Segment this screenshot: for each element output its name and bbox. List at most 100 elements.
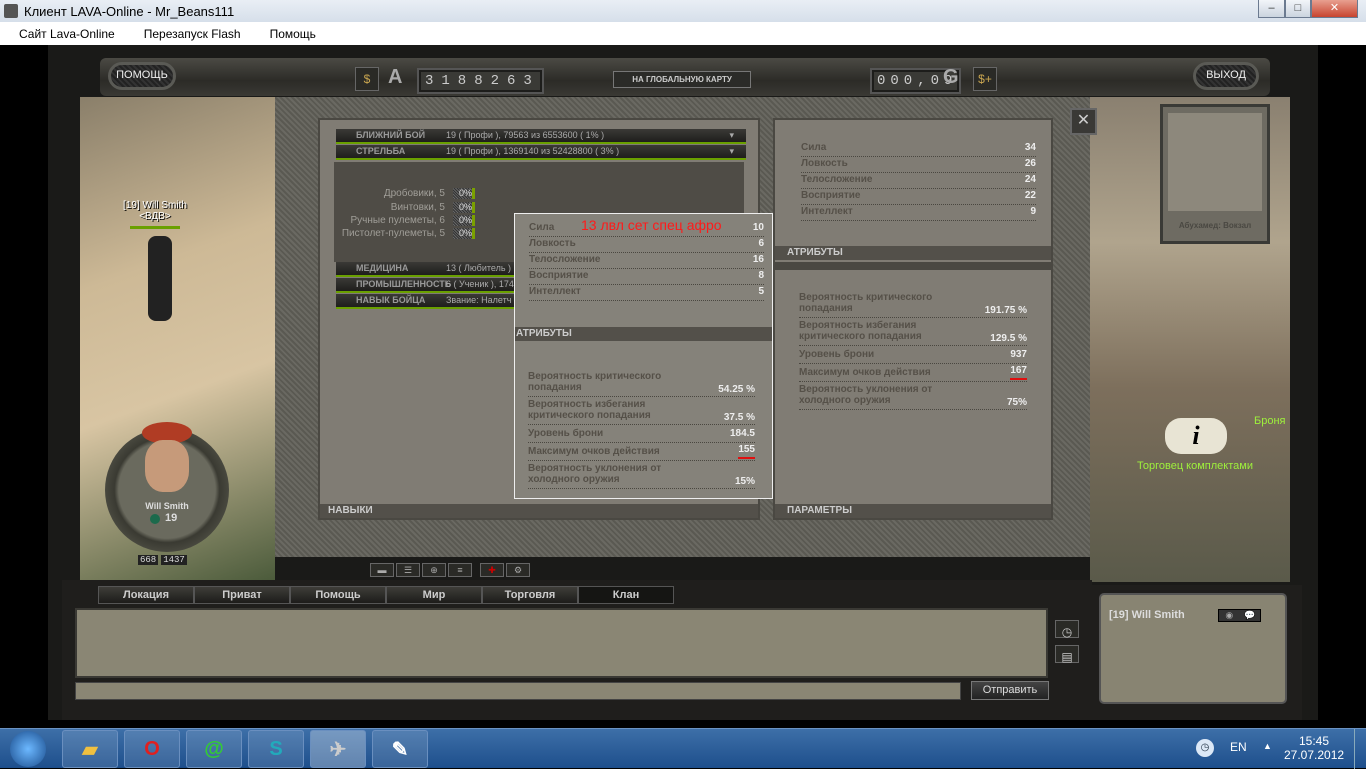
chat-tab-location[interactable]: Локация [98, 586, 194, 604]
paint-taskbar-icon[interactable]: ✎ [372, 730, 428, 768]
hp-readout: 668 1437 [138, 555, 187, 565]
attrs-header: АТРИБУТЫ [775, 246, 1051, 260]
minimap-view[interactable] [1168, 113, 1262, 211]
window-title: Клиент LAVA-Online - Mr_Beans111 [24, 3, 235, 19]
menu-help[interactable]: Помощь [260, 27, 326, 41]
player-actions: ◉ 💬 [1218, 609, 1261, 622]
eye-icon[interactable]: ◉ [1219, 610, 1240, 621]
stat-row: Телосложение 16 [529, 253, 764, 269]
char-sprite[interactable] [148, 236, 172, 321]
weapon-icon[interactable]: ≡ [448, 563, 472, 577]
menu-restart-flash[interactable]: Перезапуск Flash [134, 27, 251, 41]
stat-row: Вероятность уклонения от холодного оружи… [528, 463, 755, 489]
show-desktop-button[interactable] [1354, 729, 1366, 769]
add-gold-icon[interactable]: $+ [973, 67, 997, 91]
chevron-down-icon: ▾ [729, 146, 734, 156]
stat-row: Вероятность избегания критического попад… [799, 320, 1027, 346]
close-window-icon[interactable]: ✕ [1070, 108, 1097, 135]
clock[interactable]: 15:45 27.07.2012 [1284, 734, 1344, 762]
chat-bubble-icon[interactable]: 💬 [1240, 610, 1261, 621]
minimap[interactable]: Абухамед: Вокзал [1160, 104, 1270, 244]
help-button[interactable]: ПОМОЩЬ [108, 62, 176, 90]
npc-name[interactable]: Торговец комплектами [1137, 460, 1253, 472]
explorer-taskbar-icon[interactable]: ▰ [62, 730, 118, 768]
stat-row: Вероятность избегания критического попад… [528, 399, 755, 425]
money-value: 3188263 [421, 72, 540, 90]
stat-row: Сила 34 [801, 141, 1036, 157]
char-hp-bar [130, 226, 180, 229]
stat-row: Интеллект 9 [801, 205, 1036, 221]
stat-label: Восприятие [801, 190, 861, 201]
currency-g-icon: G [943, 66, 959, 88]
target-icon[interactable]: ⊕ [422, 563, 446, 577]
list-icon[interactable]: ☰ [396, 563, 420, 577]
chat-tab-clan[interactable]: Клан [578, 586, 674, 604]
subskill-row: Пистолет-пулеметы, 5 0% [342, 228, 475, 239]
inventory-icon[interactable]: ▬ [370, 563, 394, 577]
npc-sign[interactable]: Броня [1254, 415, 1286, 427]
exit-button[interactable]: ВЫХОД [1193, 62, 1259, 90]
money-counter: 3188263 [417, 68, 544, 94]
minimap-location: Абухамед: Вокзал [1178, 221, 1252, 230]
stat-value: 167 [1010, 364, 1027, 380]
chat-tab-trade[interactable]: Торговля [482, 586, 578, 604]
avatar-frame[interactable]: Will Smith 19 [105, 422, 229, 552]
skills-footer: НАВЫКИ [320, 504, 758, 518]
medicine-icon[interactable]: ✚ [480, 563, 504, 577]
stat-value: 191.75 % [984, 305, 1027, 316]
subskill-row: Ручные пулеметы, 6 0% [350, 215, 475, 226]
stat-value: 37.5 % [723, 412, 755, 423]
stat-value: 8 [758, 270, 764, 281]
stat-value: 22 [1024, 190, 1036, 201]
stat-value: 16 [752, 254, 764, 265]
chat-tab-private[interactable]: Приват [194, 586, 290, 604]
skill-shooting[interactable]: СТРЕЛЬБА 19 ( Профи ), 1369140 из 5242880… [336, 145, 746, 160]
minimize-button[interactable]: – [1258, 0, 1285, 18]
stat-value: 26 [1024, 158, 1036, 169]
send-button[interactable]: Отправить [971, 681, 1049, 700]
chat-log[interactable] [75, 608, 1048, 678]
chat-tab-help[interactable]: Помощь [290, 586, 386, 604]
stat-label: Интеллект [529, 286, 581, 297]
mail-agent-taskbar-icon[interactable]: @ [186, 730, 242, 768]
chat-input[interactable] [75, 682, 961, 700]
stat-value: 155 [738, 443, 755, 459]
subskill-row: Винтовки, 5 0% [391, 202, 475, 213]
players-list: [19] Will Smith ◉ 💬 [1099, 593, 1287, 704]
maximize-button[interactable]: □ [1285, 0, 1311, 18]
stat-value: 5 [758, 286, 764, 297]
clock-tray-icon[interactable]: ◷ [1196, 739, 1214, 757]
stat-value: 75% [1006, 397, 1027, 408]
subskill-row: Дробовики, 5 0% [384, 188, 475, 199]
player-name[interactable]: [19] Will Smith [1109, 609, 1185, 621]
stat-label: Интеллект [801, 206, 853, 217]
menu-site[interactable]: Сайт Lava-Online [9, 27, 125, 41]
taskbar: ▰ O @ S ✈ ✎ ◷ EN ▲ 15:45 27.07.2012 [0, 728, 1366, 769]
stat-value: 937 [1010, 349, 1027, 360]
skill-melee[interactable]: БЛИЖНИЙ БОЙ 19 ( Профи ), 79563 из 655360… [336, 129, 746, 144]
stat-label: Максимум очков действия [799, 367, 931, 378]
char-name: Will Smith [145, 501, 189, 511]
chat-tab-world[interactable]: Мир [386, 586, 482, 604]
tray-arrow-icon[interactable]: ▲ [1263, 741, 1272, 751]
skype-taskbar-icon[interactable]: S [248, 730, 304, 768]
start-button[interactable] [10, 731, 46, 767]
avatar [145, 440, 189, 492]
global-map-button[interactable]: НА ГЛОБАЛЬНУЮ КАРТУ [613, 71, 751, 88]
lava-online-taskbar-icon[interactable]: ✈ [310, 730, 366, 768]
chevron-down-icon: ▾ [729, 130, 734, 140]
opera-taskbar-icon[interactable]: O [124, 730, 180, 768]
language-indicator[interactable]: EN [1230, 740, 1247, 754]
settings-icon[interactable]: ⚙ [506, 563, 530, 577]
timer-icon[interactable]: ◷ [1055, 620, 1079, 639]
stat-label: Сила [801, 142, 827, 153]
stat-label: Уровень брони [528, 428, 604, 439]
stat-label: Восприятие [529, 270, 589, 281]
tooltip-attrs-header: АТРИБУТЫ [515, 327, 772, 341]
stat-label: Ловкость [801, 158, 848, 169]
info-icon[interactable]: i [1165, 418, 1227, 454]
document-icon[interactable]: ▤ [1055, 645, 1079, 664]
stat-label: Сила [529, 222, 555, 233]
close-button[interactable]: ✕ [1311, 0, 1358, 18]
money-bag-icon[interactable]: $ [355, 67, 379, 91]
